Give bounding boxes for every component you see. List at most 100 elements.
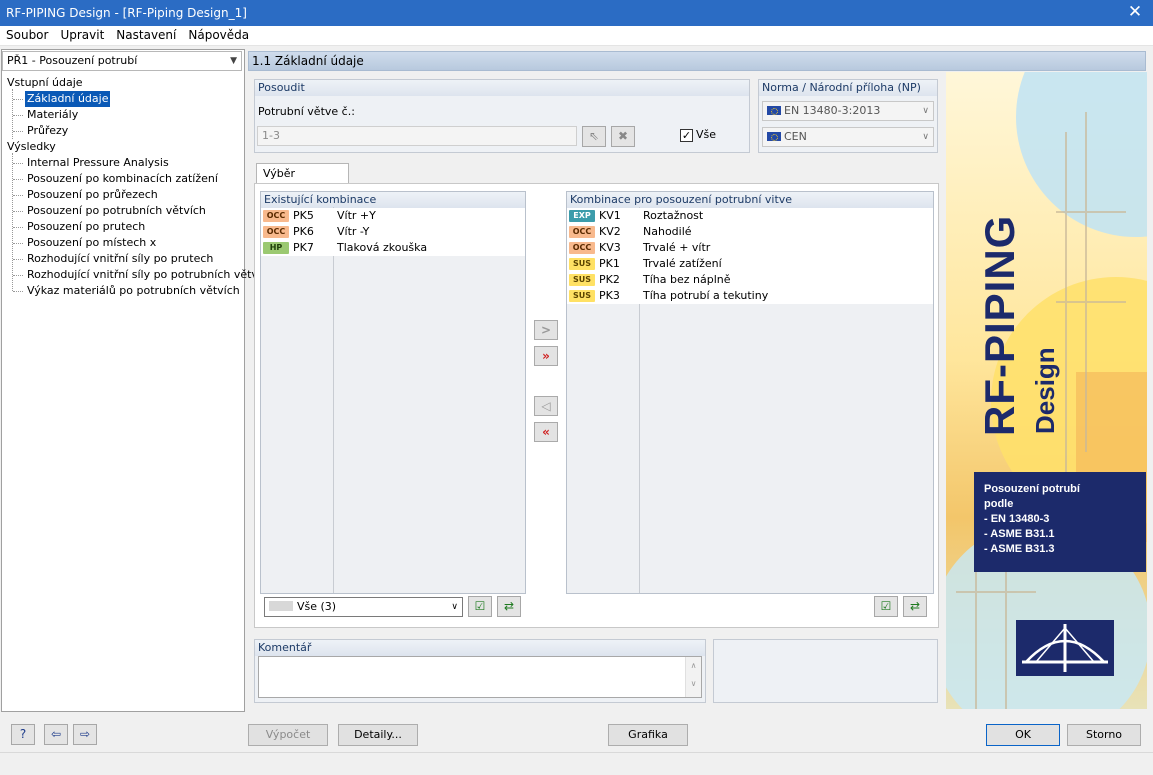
tree-item-result-6[interactable]: Rozhodující vnitřní síly po prutech xyxy=(27,251,213,267)
ok-button[interactable]: OK xyxy=(986,724,1060,746)
tree-item-result-1[interactable]: Posouzení po kombinacích zatížení xyxy=(27,171,218,187)
type-badge: OCC xyxy=(263,210,289,222)
tree-group-results[interactable]: Výsledky xyxy=(7,139,56,155)
comment-textarea[interactable]: ∧ ∨ xyxy=(258,656,702,698)
tree-item-result-5[interactable]: Posouzení po místech x xyxy=(27,235,156,251)
filter-select[interactable]: Vše (3) ∨ xyxy=(264,597,463,617)
brand-info-line: - ASME B31.1 xyxy=(984,528,1055,540)
eu-flag-icon xyxy=(767,132,781,141)
list-item[interactable]: SUS PK2 Tíha bez náplně xyxy=(567,272,933,288)
status-bar xyxy=(0,752,1153,775)
clear-selection-icon[interactable]: ✖ xyxy=(611,126,635,147)
menu-file[interactable]: Soubor xyxy=(0,26,54,45)
tree-item-materials[interactable]: Materiály xyxy=(27,107,78,123)
combination-code: PK3 xyxy=(599,289,620,302)
tree-item-result-7[interactable]: Rozhodující vnitřní síly po potrubních v… xyxy=(27,267,274,283)
eu-flag-icon xyxy=(767,106,781,115)
annex-select[interactable]: CEN ∨ xyxy=(762,127,934,147)
combination-description: Roztažnost xyxy=(643,209,704,222)
calculate-button[interactable]: Výpočet xyxy=(248,724,328,746)
standard-select[interactable]: EN 13480-3:2013 ∨ xyxy=(762,101,934,121)
combination-code: PK5 xyxy=(293,209,314,222)
toggle-selection-icon[interactable]: ⇄ xyxy=(903,596,927,617)
list-item[interactable]: HP PK7 Tlaková zkouška xyxy=(261,240,525,256)
select-all-icon[interactable]: ☑ xyxy=(468,596,492,617)
type-badge: OCC xyxy=(569,226,595,238)
tree-item-result-2[interactable]: Posouzení po průřezech xyxy=(27,187,158,203)
combination-code: KV1 xyxy=(599,209,621,222)
list-item[interactable]: SUS PK1 Trvalé zatížení xyxy=(567,256,933,272)
dlubal-logo-icon xyxy=(1016,620,1114,676)
import-icon[interactable]: ⇦ xyxy=(44,724,68,745)
case-select[interactable]: PŘ1 - Posouzení potrubí ▼ xyxy=(2,51,242,71)
menu-edit[interactable]: Upravit xyxy=(54,26,110,45)
design-list-title: Kombinace pro posouzení potrubní vitve xyxy=(567,192,933,208)
menu-help[interactable]: Nápověda xyxy=(182,26,255,45)
tree-item-result-3[interactable]: Posouzení po potrubních větvích xyxy=(27,203,206,219)
brand-info-line: - EN 13480-3 xyxy=(984,513,1050,525)
design-combinations-list: Kombinace pro posouzení potrubní vitve E… xyxy=(566,191,934,594)
comment-label: Komentář xyxy=(255,640,705,656)
type-badge: OCC xyxy=(263,226,289,238)
combination-code: PK1 xyxy=(599,257,620,270)
tree-group-input[interactable]: Vstupní údaje xyxy=(7,75,83,91)
chevron-down-icon: ∨ xyxy=(922,106,929,116)
tree-item-result-4[interactable]: Posouzení po prutech xyxy=(27,219,145,235)
branch-input[interactable]: 1-3 xyxy=(257,126,577,146)
type-badge: SUS xyxy=(569,274,595,286)
comment-scrollbar[interactable]: ∧ ∨ xyxy=(685,657,701,697)
toggle-selection-icon[interactable]: ⇄ xyxy=(497,596,521,617)
brand-info-line: podle xyxy=(984,498,1014,510)
existing-list-title: Existující kombinace xyxy=(261,192,525,208)
window-title: RF-PIPING Design - [RF-Piping Design_1] xyxy=(6,6,247,20)
brand-sidebar: RF-PIPING Design Posouzení potrubí podle… xyxy=(946,72,1147,709)
type-badge: OCC xyxy=(569,242,595,254)
combination-description: Tlaková zkouška xyxy=(337,241,428,254)
add-all-button[interactable]: » xyxy=(534,346,558,366)
type-badge: EXP xyxy=(569,210,595,222)
combination-description: Nahodilé xyxy=(643,225,692,238)
chevron-down-icon: ∨ xyxy=(922,132,929,142)
filter-select-value: Vše (3) xyxy=(297,600,337,613)
cancel-button[interactable]: Storno xyxy=(1067,724,1141,746)
menu-bar: Soubor Upravit Nastavení Nápověda xyxy=(0,26,1153,46)
list-item[interactable]: SUS PK3 Tíha potrubí a tekutiny xyxy=(567,288,933,304)
all-checkbox[interactable]: ✓ xyxy=(680,129,693,142)
chevron-down-icon: ∨ xyxy=(451,602,458,612)
type-badge: SUS xyxy=(569,258,595,270)
help-icon[interactable]: ? xyxy=(11,724,35,745)
close-icon[interactable]: ✕ xyxy=(1117,0,1153,26)
remove-selected-button[interactable]: ◁ xyxy=(534,396,558,416)
tree-item-result-0[interactable]: Internal Pressure Analysis xyxy=(27,155,169,171)
brand-subtitle: Design xyxy=(1030,347,1060,434)
select-all-icon[interactable]: ☑ xyxy=(874,596,898,617)
type-badge: SUS xyxy=(569,290,595,302)
brand-info-line: Posouzení potrubí xyxy=(984,483,1080,495)
list-item[interactable]: OCC KV3 Trvalé + vítr xyxy=(567,240,933,256)
tab-combination-selection[interactable]: Výběr kombinací xyxy=(256,163,349,200)
combination-description: Vítr -Y xyxy=(337,225,370,238)
details-button[interactable]: Detaily... xyxy=(338,724,418,746)
list-item[interactable]: OCC KV2 Nahodilé xyxy=(567,224,933,240)
export-icon[interactable]: ⇨ xyxy=(73,724,97,745)
tree-item-basic-data[interactable]: Základní údaje xyxy=(25,91,111,107)
combination-description: Tíha bez náplně xyxy=(643,273,731,286)
tree-item-cross-sections[interactable]: Průřezy xyxy=(27,123,68,139)
design-group-title: Posoudit xyxy=(255,80,749,96)
list-item[interactable]: EXP KV1 Roztažnost xyxy=(567,208,933,224)
pick-cursor-icon[interactable]: ⇖ xyxy=(582,126,606,147)
menu-settings[interactable]: Nastavení xyxy=(110,26,182,45)
brand-info-line: - ASME B31.3 xyxy=(984,543,1055,555)
all-checkbox-label: Vše xyxy=(696,128,717,141)
list-item[interactable]: OCC PK5 Vítr +Y xyxy=(261,208,525,224)
combination-description: Vítr +Y xyxy=(337,209,376,222)
tree-item-result-8[interactable]: Výkaz materiálů po potrubních větvích xyxy=(27,283,240,299)
combination-code: KV2 xyxy=(599,225,621,238)
type-badge: HP xyxy=(263,242,289,254)
combination-description: Trvalé zatížení xyxy=(643,257,722,270)
graphics-button[interactable]: Grafika xyxy=(608,724,688,746)
add-selected-button[interactable]: > xyxy=(534,320,558,340)
list-item[interactable]: OCC PK6 Vítr -Y xyxy=(261,224,525,240)
window-titlebar: RF-PIPING Design - [RF-Piping Design_1] … xyxy=(0,0,1153,26)
remove-all-button[interactable]: « xyxy=(534,422,558,442)
